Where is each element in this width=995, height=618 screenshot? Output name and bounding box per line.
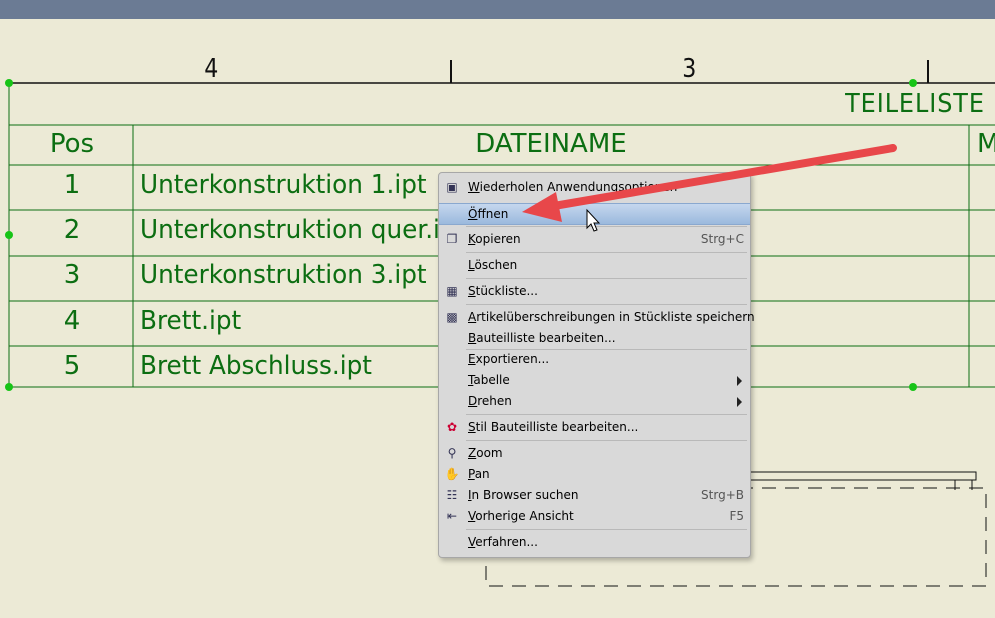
- row-3-filename: Unterkonstruktion 3.ipt: [140, 260, 427, 290]
- find-in-browser-icon: ☷: [446, 488, 458, 502]
- row-4-pos: 4: [63, 306, 81, 336]
- menu-item-label: Zoom: [468, 446, 503, 460]
- menu-item-pan[interactable]: ✋ Pan: [439, 464, 750, 485]
- menu-item-bom[interactable]: ▦ Stückliste...: [439, 281, 750, 302]
- row-1-pos: 1: [63, 170, 81, 200]
- menu-item-label: Exportieren...: [468, 352, 550, 366]
- menu-item-label: Bauteilliste bearbeiten...: [468, 331, 616, 345]
- menu-item-zoom[interactable]: ⚲ Zoom: [439, 443, 750, 464]
- row-2-pos: 2: [63, 215, 81, 245]
- zoom-icon: ⚲: [447, 446, 457, 460]
- menu-item-label: Öffnen: [468, 207, 509, 221]
- row-3-pos: 3: [63, 260, 81, 290]
- zone-label-4: 4: [204, 54, 219, 84]
- grip-point-top-right[interactable]: [909, 79, 917, 87]
- column-header-filename: DATEINAME: [475, 129, 627, 159]
- pan-hand-icon: ✋: [444, 467, 460, 481]
- column-header-next: M: [977, 129, 995, 159]
- menu-item-label: Stückliste...: [468, 284, 538, 298]
- menu-item-previous-view[interactable]: ⇤ Vorherige Ansicht F5: [439, 506, 750, 527]
- menu-item-label: Tabelle: [468, 373, 510, 387]
- menu-item-edit-style[interactable]: ✿ Stil Bauteilliste bearbeiten...: [439, 417, 750, 438]
- menu-item-label: Verfahren...: [468, 535, 538, 549]
- grip-point-bottom-left[interactable]: [5, 383, 13, 391]
- menu-separator: [466, 226, 747, 227]
- menu-item-delete[interactable]: Löschen: [439, 255, 750, 276]
- menu-separator: [466, 414, 747, 415]
- menu-item-open[interactable]: Öffnen: [439, 203, 750, 225]
- menu-item-shortcut: Strg+B: [701, 488, 744, 502]
- menu-item-procedure[interactable]: Verfahren...: [439, 532, 750, 553]
- menu-item-save-overrides[interactable]: ▩ Artikelüberschreibungen in Stückliste …: [439, 307, 754, 328]
- row-5-filename: Brett Abschluss.ipt: [140, 351, 372, 381]
- row-2-filename: Unterkonstruktion quer.ipt: [140, 215, 466, 245]
- context-menu: ▣ Wiederholen Anwendungsoptionen Öffnen …: [438, 172, 755, 558]
- menu-item-label: Artikelüberschreibungen in Stückliste sp…: [468, 310, 755, 324]
- menu-item-label: Wiederholen Anwendungsoptionen: [468, 180, 678, 194]
- row-1-filename: Unterkonstruktion 1.ipt: [140, 170, 427, 200]
- column-header-pos: Pos: [49, 129, 95, 159]
- menu-item-table[interactable]: Tabelle: [439, 370, 750, 391]
- save-overrides-icon: ▩: [446, 310, 458, 324]
- bom-icon: ▦: [446, 284, 458, 298]
- submenu-arrow-icon: [737, 376, 742, 386]
- menu-item-label: Vorherige Ansicht: [468, 509, 574, 523]
- menu-separator: [466, 529, 747, 530]
- menu-item-label: Kopieren: [468, 232, 521, 246]
- menu-item-label: Drehen: [468, 394, 512, 408]
- parts-list-title: TEILELISTE: [845, 89, 985, 119]
- menu-separator: [466, 304, 747, 305]
- copy-icon: ❐: [446, 232, 458, 246]
- options-window-icon: ▣: [446, 180, 458, 194]
- menu-separator: [466, 440, 747, 441]
- menu-item-rotate[interactable]: Drehen: [439, 391, 750, 412]
- menu-item-shortcut: Strg+C: [700, 232, 744, 246]
- menu-separator: [466, 252, 747, 253]
- row-5-pos: 5: [63, 351, 81, 381]
- menu-item-edit-parts-list[interactable]: Bauteilliste bearbeiten...: [439, 328, 750, 349]
- grip-point-top-left[interactable]: [5, 79, 13, 87]
- grip-point-middle-left[interactable]: [5, 231, 13, 239]
- row-4-filename: Brett.ipt: [140, 306, 242, 336]
- menu-item-label: Stil Bauteilliste bearbeiten...: [468, 420, 639, 434]
- previous-view-icon: ⇤: [446, 509, 458, 523]
- zone-label-3: 3: [682, 54, 697, 84]
- menu-item-label: In Browser suchen: [468, 488, 579, 502]
- menu-item-label: Löschen: [468, 258, 518, 272]
- menu-item-copy[interactable]: ❐ Kopieren Strg+C: [439, 229, 750, 250]
- style-icon: ✿: [446, 420, 458, 434]
- grip-point-bottom-right[interactable]: [909, 383, 917, 391]
- menu-item-shortcut: F5: [729, 509, 744, 523]
- menu-item-find-in-browser[interactable]: ☷ In Browser suchen Strg+B: [439, 485, 750, 506]
- menu-separator: [466, 278, 747, 279]
- menu-item-label: Pan: [468, 467, 490, 481]
- menu-item-export[interactable]: Exportieren...: [439, 349, 750, 370]
- submenu-arrow-icon: [737, 397, 742, 407]
- menu-item-repeat-options[interactable]: ▣ Wiederholen Anwendungsoptionen: [439, 177, 750, 198]
